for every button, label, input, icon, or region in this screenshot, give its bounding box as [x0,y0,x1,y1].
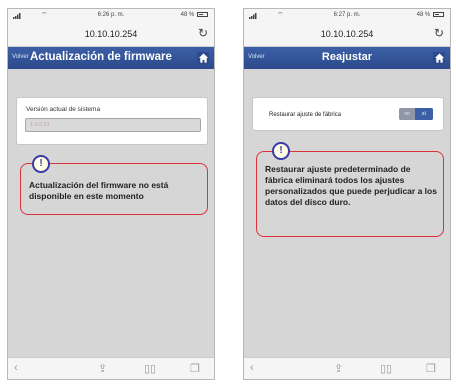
phone-screen-firmware: ⌔ 6:26 p. m. 48 % 10.10.10.254 ↻ Volver … [7,8,215,380]
page-title: Actualización de firmware [30,51,172,63]
page-title: Reajustar [321,51,373,63]
status-bar: ⌔ 6:26 p. m. 48 % [8,9,214,23]
back-link[interactable]: Volver [12,54,29,60]
back-arrow-icon[interactable]: ‹ [250,362,254,374]
toggle-on-label: sí [415,108,433,120]
warning-message-box: Actualización del firmware no está dispo… [20,163,208,215]
address-bar[interactable]: 10.10.10.254 ↻ [8,23,214,47]
address-bar[interactable]: 10.10.10.254 ↻ [244,23,450,47]
home-icon[interactable] [197,52,209,64]
page-content: Versión actual de sistema 1.0.0.21 Actua… [8,69,214,361]
tabs-icon[interactable]: ❐ [426,362,436,375]
warning-icon: ! [32,155,50,173]
warning-message-box: Restaurar ajuste predeterminado de fábri… [256,151,444,237]
page-header: Volver Actualización de firmware [8,47,214,69]
tabs-icon[interactable]: ❐ [190,362,200,375]
warning-text: Actualización del firmware no está dispo… [29,180,169,201]
page-header: Volver Reajustar [244,47,450,69]
factory-reset-card: Restaurar ajuste de fábrica no sí [252,97,444,131]
reload-icon[interactable]: ↻ [198,26,208,40]
battery-icon [197,12,208,17]
bookmarks-icon[interactable]: ▯▯ [144,362,156,375]
share-icon[interactable]: ⇪ [334,362,343,375]
phone-screen-reset: ⌔ 6:27 p. m. 48 % 10.10.10.254 ↻ Volver … [243,8,451,380]
warning-text: Restaurar ajuste predeterminado de fábri… [265,164,437,207]
version-card: Versión actual de sistema 1.0.0.21 [16,97,208,145]
browser-toolbar: ‹ ⇪ ▯▯ ❐ [8,357,214,379]
battery-status: 48 % [181,12,208,18]
warning-icon: ! [272,142,290,160]
share-icon[interactable]: ⇪ [98,362,107,375]
battery-percent: 48 % [416,12,431,19]
factory-reset-label: Restaurar ajuste de fábrica [269,112,342,118]
battery-percent: 48 % [180,12,195,19]
reload-icon[interactable]: ↻ [434,26,444,40]
url-text: 10.10.10.254 [320,29,374,39]
home-icon[interactable] [433,52,445,64]
page-content: Restaurar ajuste de fábrica no sí Restau… [244,69,450,361]
version-label: Versión actual de sistema [26,106,101,113]
url-text: 10.10.10.254 [84,29,138,39]
toggle-off-label: no [399,108,415,120]
factory-reset-toggle[interactable]: no sí [399,108,433,120]
back-arrow-icon[interactable]: ‹ [14,362,18,374]
battery-status: 48 % [417,12,444,18]
version-field: 1.0.0.21 [25,118,201,132]
battery-icon [433,12,444,17]
bookmarks-icon[interactable]: ▯▯ [380,362,392,375]
status-bar: ⌔ 6:27 p. m. 48 % [244,9,450,23]
browser-toolbar: ‹ ⇪ ▯▯ ❐ [244,357,450,379]
